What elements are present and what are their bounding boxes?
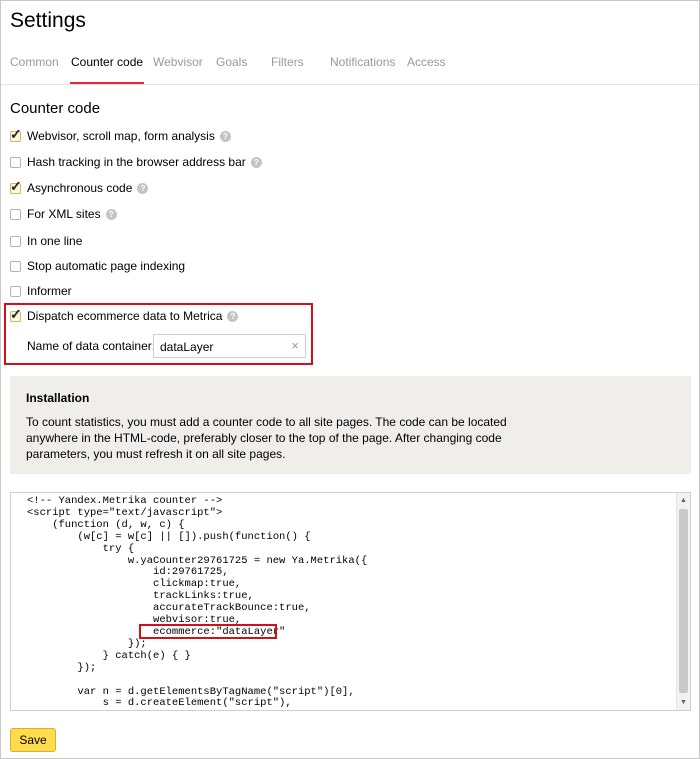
scroll-up-icon[interactable]: ▲ bbox=[677, 494, 690, 507]
checkbox-hash-tracking[interactable] bbox=[10, 156, 21, 168]
code-line: var n = d.getElementsByTagName("script")… bbox=[27, 685, 355, 698]
checkbox-webvisor[interactable]: ✓ bbox=[10, 127, 22, 142]
code-line: s = d.createElement("script"), bbox=[27, 697, 292, 710]
installation-text: To count statistics, you must add a coun… bbox=[26, 415, 507, 461]
checkmark-icon: ✓ bbox=[10, 305, 22, 322]
data-container-input[interactable]: dataLayer × bbox=[153, 334, 306, 358]
tab-goals[interactable]: Goals bbox=[216, 52, 247, 85]
help-icon[interactable]: ? bbox=[137, 182, 149, 194]
code-line: (function (d, w, c) { bbox=[27, 518, 185, 531]
code-line: trackLinks:true, bbox=[27, 590, 254, 603]
checkbox-one-line[interactable] bbox=[10, 235, 21, 247]
installation-title: Installation bbox=[26, 391, 90, 405]
tab-bar: Common Counter code Webvisor Goals Filte… bbox=[0, 52, 700, 85]
installation-panel: Installation To count statistics, you mu… bbox=[10, 376, 691, 474]
option-label: Informer bbox=[27, 284, 72, 298]
code-line: (w[c] = w[c] || []).push(function() { bbox=[27, 530, 311, 543]
data-container-value: dataLayer bbox=[160, 340, 214, 354]
option-xml-sites[interactable]: For XML sites ? bbox=[10, 206, 117, 222]
option-label: Stop automatic page indexing bbox=[27, 259, 186, 273]
tabs-divider bbox=[1, 84, 699, 85]
checkbox-ecommerce[interactable]: ✓ bbox=[10, 307, 22, 322]
option-stop-indexing[interactable]: Stop automatic page indexing bbox=[10, 258, 185, 274]
option-webvisor[interactable]: ✓ Webvisor, scroll map, form analysis ? bbox=[10, 127, 231, 144]
option-label: For XML sites bbox=[27, 207, 101, 221]
option-async-code[interactable]: ✓ Asynchronous code ? bbox=[10, 179, 149, 196]
code-line: w.yaCounter29761725 = new Ya.Metrika({ bbox=[27, 554, 368, 567]
tab-common[interactable]: Common bbox=[10, 52, 59, 85]
checkmark-icon: ✓ bbox=[10, 125, 22, 142]
data-container-label: Name of data container: bbox=[27, 339, 156, 353]
option-one-line[interactable]: In one line bbox=[10, 233, 82, 249]
checkmark-icon: ✓ bbox=[10, 177, 22, 194]
code-line: }); bbox=[27, 661, 97, 674]
code-line: <script type="text/javascript"> bbox=[27, 506, 223, 519]
option-label: Webvisor, scroll map, form analysis bbox=[27, 129, 215, 143]
counter-code: <!-- Yandex.Metrika counter --> <script … bbox=[27, 495, 368, 710]
scroll-thumb[interactable] bbox=[679, 509, 688, 693]
tab-access[interactable]: Access bbox=[407, 52, 446, 85]
code-line: <!-- Yandex.Metrika counter --> bbox=[27, 495, 223, 507]
scroll-down-icon[interactable]: ▼ bbox=[677, 696, 690, 709]
code-line: clickmap:true, bbox=[27, 578, 242, 591]
tab-notifications[interactable]: Notifications bbox=[330, 52, 395, 85]
checkbox-stop-indexing[interactable] bbox=[10, 260, 21, 272]
option-label: In one line bbox=[27, 234, 83, 248]
save-button[interactable]: Save bbox=[10, 728, 56, 752]
code-line: accurateTrackBounce:true, bbox=[27, 602, 311, 615]
help-icon[interactable]: ? bbox=[219, 130, 231, 142]
option-ecommerce[interactable]: ✓ Dispatch ecommerce data to Metrica ? bbox=[10, 307, 239, 324]
checkbox-async-code[interactable]: ✓ bbox=[10, 179, 22, 194]
option-label: Dispatch ecommerce data to Metrica bbox=[27, 309, 223, 323]
option-label: Hash tracking in the browser address bar bbox=[27, 155, 246, 169]
scrollbar[interactable]: ▲ ▼ bbox=[676, 493, 690, 710]
tab-webvisor[interactable]: Webvisor bbox=[153, 52, 203, 85]
section-title: Counter code bbox=[10, 100, 101, 117]
help-icon[interactable]: ? bbox=[250, 156, 262, 168]
code-line: id:29761725, bbox=[27, 566, 229, 579]
option-label: Asynchronous code bbox=[27, 181, 133, 195]
checkbox-xml-sites[interactable] bbox=[10, 208, 21, 220]
clear-icon[interactable]: × bbox=[291, 338, 299, 353]
code-line: } catch(e) { } bbox=[27, 649, 191, 662]
option-hash-tracking[interactable]: Hash tracking in the browser address bar… bbox=[10, 154, 262, 170]
checkbox-informer[interactable] bbox=[10, 285, 21, 297]
option-informer[interactable]: Informer bbox=[10, 283, 72, 299]
code-line: }); bbox=[27, 637, 147, 650]
tab-counter-code[interactable]: Counter code bbox=[69, 52, 145, 85]
tab-filters[interactable]: Filters bbox=[271, 52, 304, 85]
highlight-box-ecommerce-code bbox=[139, 624, 277, 639]
page-title: Settings bbox=[10, 9, 86, 32]
help-icon[interactable]: ? bbox=[105, 208, 117, 220]
help-icon[interactable]: ? bbox=[227, 310, 239, 322]
code-textarea[interactable]: <!-- Yandex.Metrika counter --> <script … bbox=[10, 492, 691, 711]
code-line: try { bbox=[27, 542, 135, 555]
